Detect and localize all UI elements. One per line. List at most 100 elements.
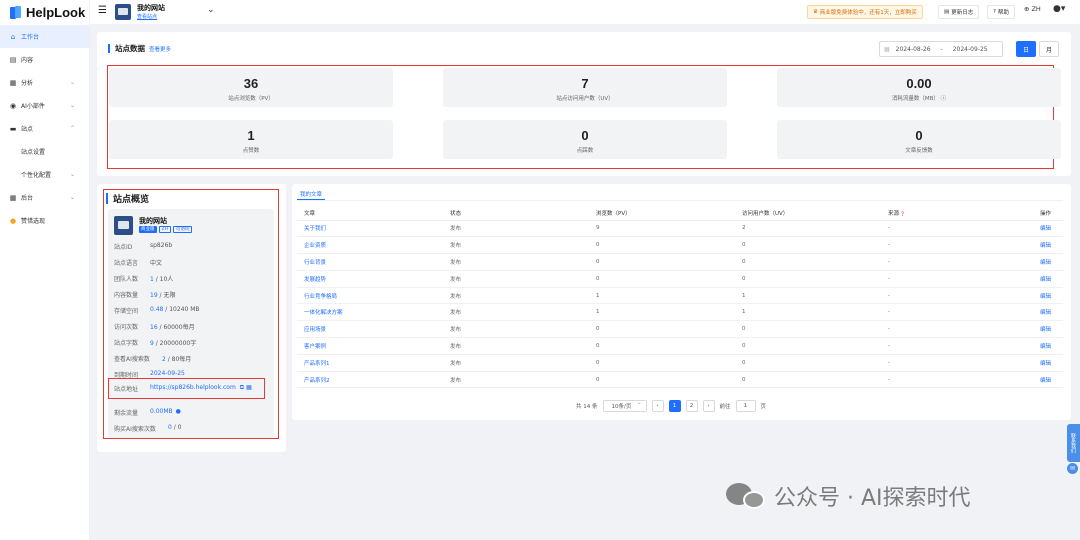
helplook-logo-icon <box>10 5 22 19</box>
page-1-button[interactable]: 1 <box>668 400 681 412</box>
overview-row: 站点语言 中文 <box>114 260 163 267</box>
wechat-logo-icon <box>726 483 768 509</box>
overview-row-key: 站点语言 <box>114 260 139 267</box>
view-site-link[interactable]: 查看站点 <box>137 13 157 20</box>
sidebar-item-5[interactable]: 站点设置 <box>0 140 89 163</box>
sidebar-item-6[interactable]: 个性化配置 ⌄ <box>0 163 89 186</box>
sidebar-item-label: 站点设置 <box>21 149 46 156</box>
document-icon: ▤ <box>944 9 950 15</box>
goto-page-input[interactable]: 1 <box>735 400 756 412</box>
table-row: 产品系列2 发布 0 0- 编辑 <box>297 371 1063 389</box>
edit-button[interactable]: 编辑 <box>1027 220 1063 238</box>
sidebar-item-7[interactable]: ▦ 后台 ⌄ <box>0 186 89 209</box>
cell-source: - <box>881 253 1027 271</box>
cell-source: - <box>881 337 1027 355</box>
article-title-link[interactable]: 行业背景 <box>297 253 443 271</box>
edit-button[interactable]: 编辑 <box>1027 303 1063 322</box>
contact-us-tab[interactable]: 联系我们 <box>1067 424 1080 462</box>
stat-value: 0 <box>581 128 589 143</box>
cell-uv: 0 <box>735 371 881 389</box>
edit-button[interactable]: 编辑 <box>1027 236 1063 255</box>
edit-button[interactable]: 编辑 <box>1027 371 1063 389</box>
menu-toggle-icon[interactable]: ☰ <box>98 5 107 16</box>
site-url-highlight-box <box>108 378 265 399</box>
overview-row-key: 站点ID <box>114 244 133 251</box>
sidebar-item-4[interactable]: ▬ 站点 ⌃ <box>0 117 89 140</box>
watermark: 公众号 · AI探索时代 <box>726 480 971 512</box>
overview-row: 内容数量 19 / 无限 <box>114 292 176 299</box>
chevron-down-icon: ⌄ <box>69 102 75 109</box>
overview-row: 团队人数 1 / 10人 <box>114 276 174 283</box>
article-title-link[interactable]: 发展趋势 <box>297 270 443 288</box>
info-icon[interactable]: ⓘ <box>941 96 947 102</box>
cell-source: - <box>881 220 1027 238</box>
article-title-link[interactable]: 应用场景 <box>297 320 443 339</box>
chevron-down-icon: ⌄ <box>69 79 75 86</box>
user-avatar-icon[interactable]: ●▾ <box>1053 4 1065 14</box>
site-stats-title: 站点数据 <box>115 44 145 53</box>
column-header: 文章 <box>297 206 443 221</box>
brand-logo[interactable]: HelpLook <box>0 0 89 24</box>
table-row: 一体化解决方案 发布 1 1- 编辑 <box>297 303 1063 322</box>
date-range-picker[interactable]: ▦ 2024-08-26 - 2024-09-25 <box>879 41 1003 57</box>
view-more-link[interactable]: 查看更多 <box>149 45 171 53</box>
stat-card: 7 站点访问用户数（UV） <box>443 68 727 107</box>
cell-source: - <box>881 303 1027 322</box>
overview-row-key: 内容数量 <box>114 292 139 299</box>
overview-row: 站点ID sp826b <box>114 242 173 251</box>
brand-name: HelpLook <box>26 4 86 20</box>
sidebar-item-2[interactable]: ▦ 分析 ⌄ <box>0 71 89 94</box>
cell-pv: 0 <box>589 337 735 355</box>
cell-uv: 0 <box>735 236 881 255</box>
language-switch[interactable]: ⊕ ZH <box>1024 5 1041 13</box>
article-title-link[interactable]: 产品系列2 <box>297 371 443 389</box>
cell-pv: 0 <box>589 371 735 389</box>
table-row: 行业竞争格局 发布 1 1- 编辑 <box>297 287 1063 305</box>
overview-row-key: 访问次数 <box>114 324 139 331</box>
site-icon: ▬ <box>9 124 17 133</box>
chat-bubble-icon[interactable]: ✉ <box>1067 463 1078 474</box>
page-2-button[interactable]: 2 <box>685 400 698 412</box>
site-switch-chevron-icon[interactable]: ⌄ <box>207 5 215 15</box>
table-row: 产品系列1 发布 0 0- 编辑 <box>297 354 1063 372</box>
article-title-link[interactable]: 关于我们 <box>297 220 443 238</box>
article-title-link[interactable]: 行业竞争格局 <box>297 287 443 305</box>
pagination: 共 14 条 10条/页 ‹ 1 2 › 前往 1 页 <box>576 400 766 412</box>
bell-icon[interactable]: ● <box>176 408 181 417</box>
tab-my-articles[interactable]: 我的文章 <box>300 190 322 198</box>
article-title-link[interactable]: 企业资质 <box>297 236 443 255</box>
sidebar-item-1[interactable]: ▤ 内容 <box>0 48 89 71</box>
crown-icon: ♛ <box>813 9 820 15</box>
changelog-button[interactable]: ▤ 更新日志 <box>938 5 980 19</box>
month-button[interactable]: 月 <box>1039 41 1059 57</box>
edit-button[interactable]: 编辑 <box>1027 253 1063 271</box>
site-badges: 商业版 ZH 可访问 <box>139 226 193 233</box>
watermark-text: 公众号 · AI探索时代 <box>774 486 971 511</box>
article-title-link[interactable]: 一体化解决方案 <box>297 303 443 322</box>
article-title-link[interactable]: 客户案例 <box>297 337 443 355</box>
sidebar-item-3[interactable]: ◉ AI小部件 ⌄ <box>0 94 89 117</box>
prev-page-button[interactable]: ‹ <box>651 400 664 412</box>
table-row: 发展趋势 发布 0 0- 编辑 <box>297 270 1063 288</box>
edit-button[interactable]: 编辑 <box>1027 354 1063 372</box>
sidebar-item-label: 分析 <box>21 80 34 87</box>
edit-button[interactable]: 编辑 <box>1027 287 1063 305</box>
stat-card: 0 文章反馈数 <box>777 120 1061 159</box>
page-size-select[interactable]: 10条/页 <box>602 400 647 412</box>
sidebar-item-0[interactable]: ⌂ 工作台 <box>0 25 89 48</box>
sidebar-item-8[interactable]: ● 赞惜选现 <box>0 209 89 232</box>
article-title-link[interactable]: 产品系列1 <box>297 354 443 372</box>
help-icon[interactable]: ❓ <box>899 211 905 216</box>
trial-banner[interactable]: ♛ 商业版免费体验中，还有1天，立即购买 <box>807 5 923 19</box>
column-header: 操作 <box>1027 206 1063 221</box>
day-button[interactable]: 日 <box>1016 41 1036 57</box>
edit-button[interactable]: 编辑 <box>1027 337 1063 355</box>
date-start[interactable]: 2024-08-26 <box>896 46 931 53</box>
column-header: 来源 ❓ <box>881 206 1027 221</box>
edit-button[interactable]: 编辑 <box>1027 270 1063 288</box>
edit-button[interactable]: 编辑 <box>1027 320 1063 339</box>
next-page-button[interactable]: › <box>702 400 715 412</box>
help-button[interactable]: ? 帮助 <box>987 5 1015 19</box>
date-end[interactable]: 2024-09-25 <box>953 46 988 53</box>
cell-uv: 2 <box>735 220 881 238</box>
